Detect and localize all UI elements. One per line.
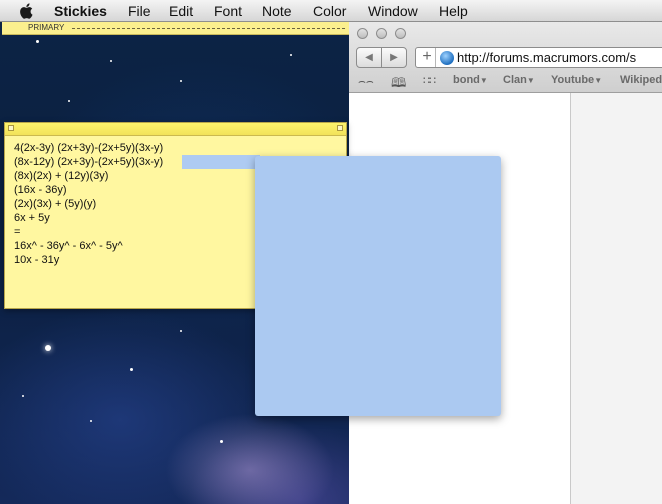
bookmark-clan[interactable]: Clan▼ [503, 74, 535, 86]
primary-stickie-title: PRIMARY [28, 23, 65, 32]
browser-sidebar-area [571, 93, 662, 504]
back-button[interactable]: ◀ [356, 47, 382, 68]
bookmark-wikipedia[interactable]: Wikiped [620, 74, 662, 86]
star [90, 420, 92, 422]
bookmark-bond[interactable]: bond▼ [453, 74, 488, 86]
star [22, 395, 24, 397]
chevron-down-icon: ▼ [526, 76, 535, 85]
stickie-close-box[interactable] [8, 125, 14, 131]
bookmarks-bar: ⌢⌢ 🕮 ∷∷ bond▼ Clan▼ Youtube▼ Wikiped [349, 72, 662, 90]
star [68, 100, 70, 102]
reading-list-icon[interactable]: ⌢⌢ [358, 74, 374, 89]
chevron-down-icon: ▼ [479, 76, 488, 85]
close-window-button[interactable] [357, 28, 368, 39]
star [290, 54, 292, 56]
star [130, 368, 133, 371]
apple-icon[interactable] [17, 2, 37, 20]
zoom-window-button[interactable] [395, 28, 406, 39]
menu-note[interactable]: Note [262, 3, 292, 19]
content-divider [570, 93, 571, 504]
forward-arrow-icon: ▶ [390, 52, 398, 63]
star [36, 40, 39, 43]
bookmark-label: Wikiped [620, 74, 662, 86]
chevron-down-icon: ▼ [594, 76, 603, 85]
address-bar[interactable]: + http://forums.macrumors.com/s [415, 47, 662, 68]
menu-bar: Stickies File Edit Font Note Color Windo… [0, 0, 662, 22]
address-url[interactable]: http://forums.macrumors.com/s [457, 50, 636, 65]
primary-stickie-divider [72, 28, 345, 29]
primary-stickie-collapsed[interactable]: PRIMARY [2, 22, 349, 35]
bookmark-label: bond [453, 74, 480, 86]
stickie-line: 4(2x-3y) (2x+3y)-(2x+5y)(3x-y) [14, 142, 164, 154]
globe-icon [440, 51, 454, 65]
star [180, 330, 182, 332]
menu-edit[interactable]: Edit [169, 3, 193, 19]
bookmark-label: Clan [503, 74, 527, 86]
star [110, 60, 112, 62]
top-sites-grid-icon[interactable]: ∷∷ [423, 74, 436, 87]
menu-color[interactable]: Color [313, 3, 346, 19]
star [220, 440, 223, 443]
forward-button[interactable]: ▶ [381, 47, 407, 68]
menu-help[interactable]: Help [439, 3, 468, 19]
back-arrow-icon: ◀ [365, 52, 373, 63]
stickie-collapse-box[interactable] [337, 125, 343, 131]
dragged-selection-panel[interactable] [255, 156, 501, 416]
menu-font[interactable]: Font [214, 3, 242, 19]
bookmark-label: Youtube [551, 74, 595, 86]
menu-file[interactable]: File [128, 3, 151, 19]
star [45, 345, 51, 351]
bookmark-youtube[interactable]: Youtube▼ [551, 74, 602, 86]
minimize-window-button[interactable] [376, 28, 387, 39]
stickie-titlebar[interactable] [5, 123, 346, 136]
star [180, 80, 182, 82]
browser-toolbar: ◀ ▶ + http://forums.macrumors.com/s ⌢⌢ 🕮… [349, 22, 662, 93]
menu-stickies[interactable]: Stickies [54, 3, 107, 19]
add-bookmark-icon[interactable]: + [419, 48, 436, 67]
menu-window[interactable]: Window [368, 3, 418, 19]
